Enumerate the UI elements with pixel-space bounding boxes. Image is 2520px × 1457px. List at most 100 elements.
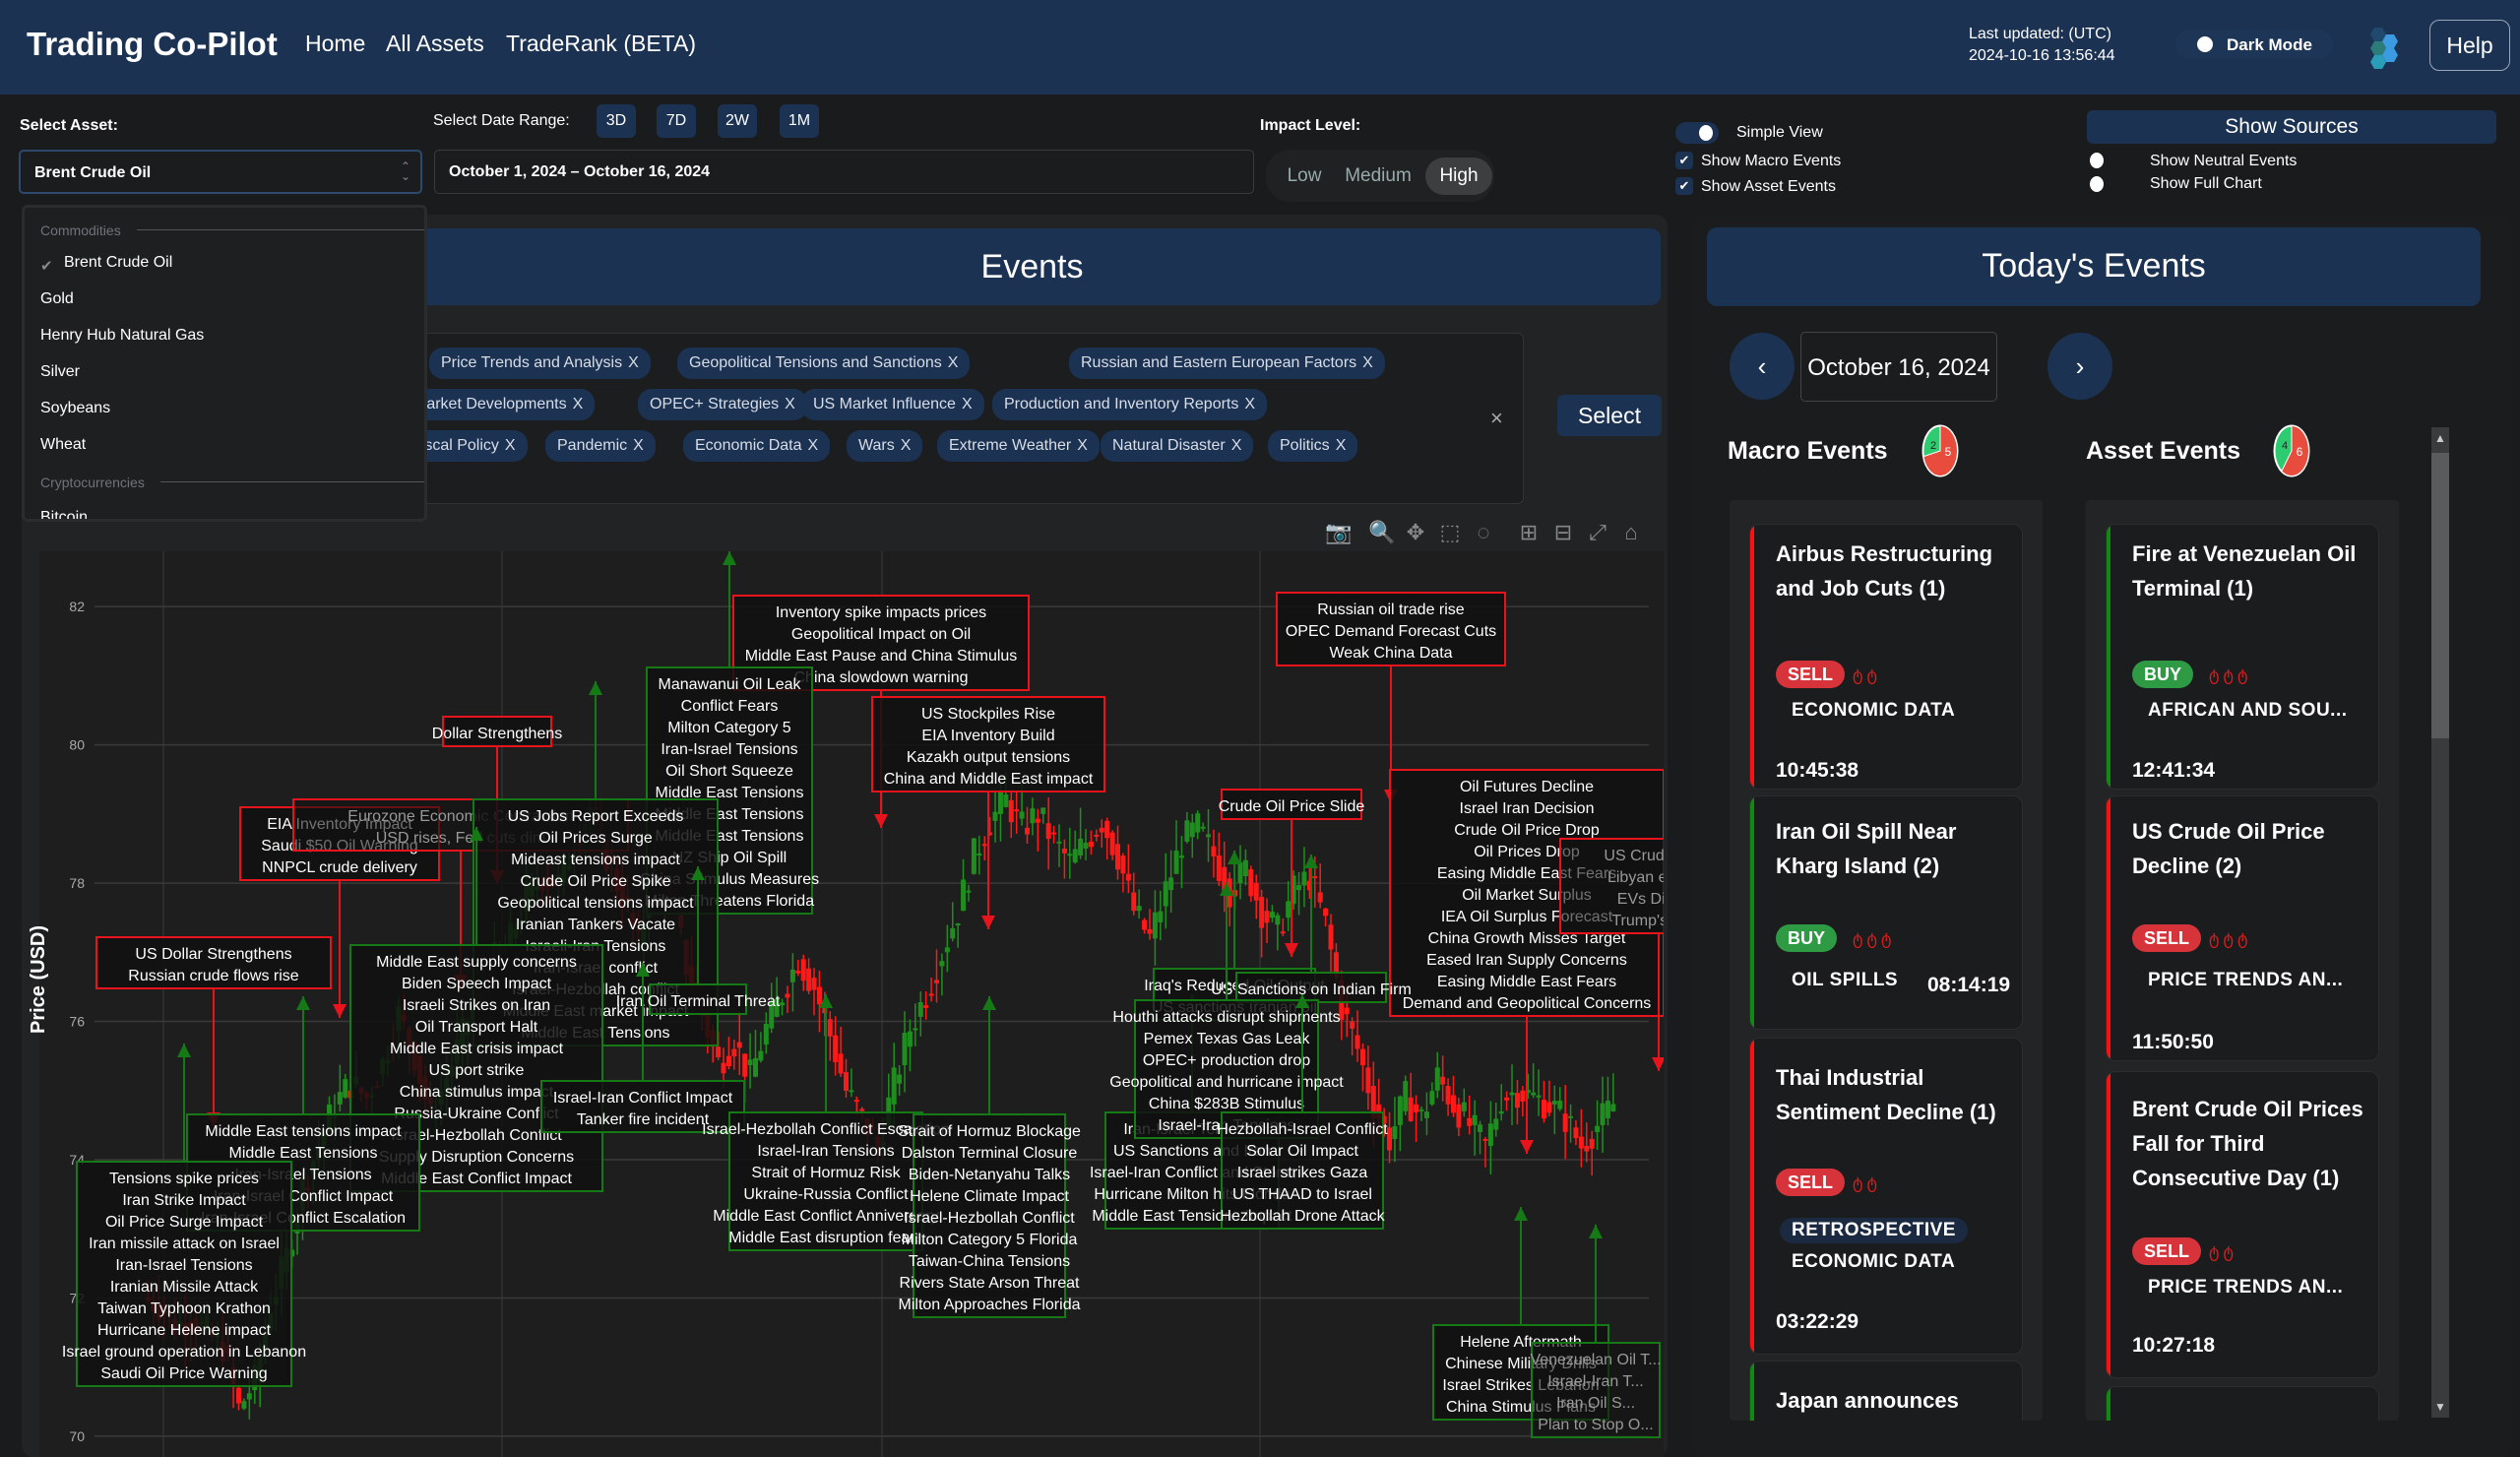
candle-body[interactable] xyxy=(343,1079,348,1098)
candle-body[interactable] xyxy=(1445,1086,1451,1105)
date-range-picker[interactable]: October 1, 2024 – October 16, 2024 xyxy=(434,150,1254,194)
candle-body[interactable] xyxy=(721,1062,726,1074)
candle-body[interactable] xyxy=(246,1393,252,1400)
candle-body[interactable] xyxy=(1493,1118,1499,1130)
candle-body[interactable] xyxy=(1487,1123,1493,1146)
candle-body[interactable] xyxy=(1392,1125,1398,1139)
candle-body[interactable] xyxy=(939,961,945,967)
candle-body[interactable] xyxy=(1152,912,1158,939)
zoom-in-icon[interactable]: ⊞ xyxy=(1516,520,1542,545)
candle-body[interactable] xyxy=(725,1055,731,1067)
nav-traderank[interactable]: TradeRank (BETA) xyxy=(506,31,696,57)
candle-body[interactable] xyxy=(1136,906,1142,912)
candle-body[interactable] xyxy=(1286,901,1292,919)
candle-body[interactable] xyxy=(742,1053,748,1077)
candle-body[interactable] xyxy=(1546,1102,1552,1113)
candle-body[interactable] xyxy=(1104,820,1110,839)
remove-tag-icon[interactable]: X xyxy=(1362,354,1373,371)
candle-body[interactable] xyxy=(1045,823,1051,840)
candle-body[interactable] xyxy=(1478,1124,1483,1132)
show-full-chart-radio[interactable] xyxy=(2090,176,2104,192)
candle-body[interactable] xyxy=(1061,848,1067,854)
candle-body[interactable] xyxy=(780,1002,786,1006)
candle-body[interactable] xyxy=(1600,1103,1606,1125)
category-tag[interactable]: Market Developments X xyxy=(402,389,596,420)
candle-body[interactable] xyxy=(917,1002,923,1017)
category-filter[interactable]: Price Trends and Analysis X Geopolitical T… xyxy=(400,333,1524,504)
candle-body[interactable] xyxy=(1589,1138,1595,1149)
candle-body[interactable] xyxy=(923,1005,929,1008)
candle-body[interactable] xyxy=(1359,1048,1365,1066)
scrollbar-thumb[interactable] xyxy=(2431,453,2449,738)
nav-home[interactable]: Home xyxy=(305,31,365,57)
candle-body[interactable] xyxy=(1178,855,1184,858)
macro-events-list[interactable]: Airbus Restructuring and Job Cuts (1) SEL… xyxy=(1730,500,2043,1421)
candle-body[interactable] xyxy=(838,1053,844,1074)
autoscale-icon[interactable]: ⤢ xyxy=(1585,520,1610,545)
candle-body[interactable] xyxy=(853,1100,859,1103)
candle-body[interactable] xyxy=(1536,1095,1542,1098)
remove-tag-icon[interactable]: X xyxy=(633,437,644,454)
asset-dropdown-menu[interactable]: Commodities ✔ Brent Crude Oil Gold Henry… xyxy=(22,205,427,522)
candle-body[interactable] xyxy=(1387,1127,1393,1151)
category-tag[interactable]: Extreme Weather X xyxy=(937,430,1100,462)
candle-body[interactable] xyxy=(1323,908,1329,917)
candle-body[interactable] xyxy=(950,927,956,939)
candle-body[interactable] xyxy=(1125,873,1131,881)
candle-body[interactable] xyxy=(1414,1104,1419,1112)
candle-body[interactable] xyxy=(1312,876,1318,879)
candle-body[interactable] xyxy=(1328,924,1334,950)
candle-body[interactable] xyxy=(961,879,967,912)
candle-body[interactable] xyxy=(1498,1110,1504,1114)
price-chart[interactable]: 70727476788082US Dollar StrengthensRussi… xyxy=(39,551,1664,1457)
candle-body[interactable] xyxy=(1280,931,1286,934)
candle-body[interactable] xyxy=(1078,838,1084,856)
impact-low-button[interactable]: Low xyxy=(1276,158,1333,195)
dropdown-item-natgas[interactable]: Henry Hub Natural Gas xyxy=(40,327,204,345)
candle-body[interactable] xyxy=(1088,841,1094,848)
candle-body[interactable] xyxy=(763,1023,769,1045)
clear-tags-icon[interactable]: × xyxy=(1490,406,1503,431)
candle-body[interactable] xyxy=(981,844,987,847)
candle-body[interactable] xyxy=(1301,871,1307,886)
candle-body[interactable] xyxy=(1211,846,1217,857)
event-card[interactable]: US Crude Oil Price Decline (2) SELL ტტტ PRI… xyxy=(2106,795,2379,1061)
category-tag[interactable]: Economic Data X xyxy=(683,430,831,462)
candle-body[interactable] xyxy=(1504,1097,1510,1101)
candle-body[interactable] xyxy=(1317,892,1323,903)
lasso-icon[interactable]: ◌ xyxy=(1471,520,1496,545)
candle-body[interactable] xyxy=(758,1050,764,1061)
remove-tag-icon[interactable]: X xyxy=(573,396,584,412)
candle-body[interactable] xyxy=(337,1092,343,1105)
candle-body[interactable] xyxy=(1354,1035,1360,1049)
zoom-icon[interactable]: 🔍 xyxy=(1368,520,1395,545)
impact-medium-button[interactable]: Medium xyxy=(1337,158,1419,195)
category-tag[interactable]: Russian and Eastern European Factors X xyxy=(1069,348,1385,379)
candle-body[interactable] xyxy=(833,1035,839,1062)
candle-body[interactable] xyxy=(1423,1111,1429,1118)
dropdown-item-gold[interactable]: Gold xyxy=(40,290,74,308)
category-tag[interactable]: OPEC+ Strategies X xyxy=(638,389,807,420)
candle-body[interactable] xyxy=(1584,1145,1590,1152)
candle-body[interactable] xyxy=(1168,877,1174,891)
candle-body[interactable] xyxy=(1264,911,1270,923)
candle-body[interactable] xyxy=(902,1033,908,1066)
event-card[interactable]: Japan announces xyxy=(1749,1361,2023,1421)
candle-body[interactable] xyxy=(1418,1109,1424,1111)
candle-body[interactable] xyxy=(1184,820,1190,842)
candle-body[interactable] xyxy=(1562,1113,1568,1132)
candle-body[interactable] xyxy=(811,978,817,990)
candle-body[interactable] xyxy=(1019,811,1025,819)
candle-body[interactable] xyxy=(971,838,976,874)
remove-tag-icon[interactable]: X xyxy=(962,396,973,412)
candle-body[interactable] xyxy=(795,971,801,974)
candle-body[interactable] xyxy=(1099,827,1104,833)
scroll-up-icon[interactable]: ▲ xyxy=(2434,431,2446,445)
help-button[interactable]: Help xyxy=(2429,20,2510,71)
candle-body[interactable] xyxy=(1296,885,1302,891)
candle-body[interactable] xyxy=(1557,1100,1563,1109)
candle-body[interactable] xyxy=(1275,915,1281,925)
next-day-button[interactable]: › xyxy=(2048,333,2112,400)
category-tag[interactable]: Pandemic X xyxy=(545,430,656,462)
candle-body[interactable] xyxy=(816,986,822,1005)
